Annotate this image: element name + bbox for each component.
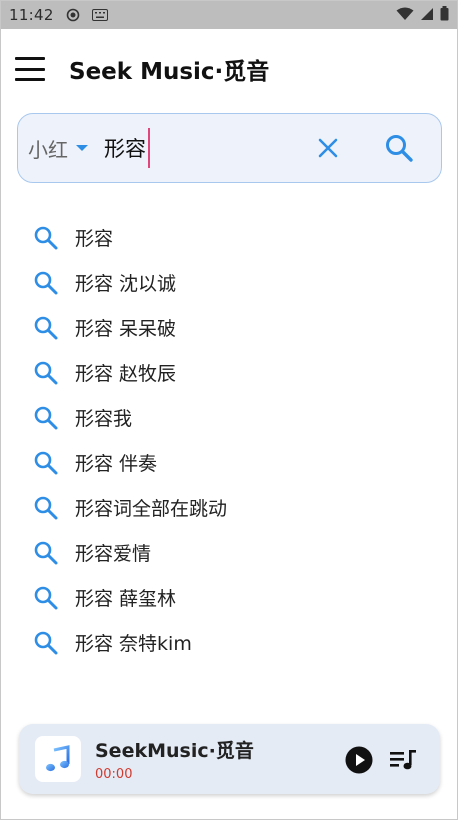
search-icon: [33, 360, 59, 386]
suggestion-text: 形容: [75, 228, 114, 250]
search-icon: [33, 270, 59, 296]
close-icon[interactable]: [316, 136, 340, 164]
mini-player[interactable]: SeekMusic·觅音 00:00: [19, 724, 440, 794]
search-icon: [33, 540, 59, 566]
battery-icon: [440, 5, 449, 25]
suggestion-text: 形容 奈特kim: [75, 633, 192, 655]
suggestion-item[interactable]: 形容 奈特kim: [1, 620, 457, 665]
search-icon: [33, 495, 59, 521]
search-icon: [33, 315, 59, 341]
suggestion-item[interactable]: 形容爱情: [1, 530, 457, 575]
suggestion-list: 形容 形容 沈以诚 形容 呆呆破 形容 赵牧辰 形容我 形容 伴奏 形容词全部在…: [1, 215, 457, 665]
record-icon: [66, 8, 80, 22]
suggestion-item[interactable]: 形容 沈以诚: [1, 260, 457, 305]
suggestion-text: 形容我: [75, 408, 133, 430]
suggestion-item[interactable]: 形容我: [1, 395, 457, 440]
search-bar: 小红 形容: [17, 113, 442, 183]
track-time: 00:00: [95, 767, 133, 782]
suggestion-text: 形容 呆呆破: [75, 318, 177, 340]
wifi-icon: [396, 6, 414, 25]
search-icon[interactable]: [384, 133, 414, 167]
caret-down-icon: [76, 145, 88, 151]
search-icon: [33, 405, 59, 431]
search-icon: [33, 630, 59, 656]
source-dropdown[interactable]: 小红: [28, 134, 88, 163]
search-icon: [33, 585, 59, 611]
status-time: 11:42: [9, 6, 54, 24]
suggestion-text: 形容爱情: [75, 543, 152, 565]
menu-icon[interactable]: [15, 57, 45, 81]
suggestion-text: 形容词全部在跳动: [75, 498, 228, 520]
signal-icon: [420, 6, 434, 25]
music-note-icon: [35, 736, 81, 782]
search-icon: [33, 225, 59, 251]
suggestion-item[interactable]: 形容词全部在跳动: [1, 485, 457, 530]
search-icon: [33, 450, 59, 476]
app-bar: Seek Music·觅音: [1, 29, 457, 109]
suggestion-item[interactable]: 形容 伴奏: [1, 440, 457, 485]
status-bar: 11:42: [1, 1, 457, 29]
suggestion-text: 形容 赵牧辰: [75, 363, 177, 385]
suggestion-item[interactable]: 形容 呆呆破: [1, 305, 457, 350]
keyboard-icon: [91, 9, 108, 21]
source-label: 小红: [28, 137, 68, 162]
suggestion-item[interactable]: 形容 薛玺林: [1, 575, 457, 620]
track-info: SeekMusic·觅音 00:00: [95, 736, 254, 782]
play-icon[interactable]: [345, 746, 373, 778]
app-frame: 11:42 Seek Music·觅音 小红 形容 形容 形容 沈以诚 形容 呆…: [0, 0, 458, 820]
suggestion-text: 形容 薛玺林: [75, 588, 177, 610]
suggestion-item[interactable]: 形容: [1, 215, 457, 260]
search-input[interactable]: 形容: [104, 128, 150, 168]
app-title: Seek Music·觅音: [69, 59, 270, 85]
suggestion-text: 形容 沈以诚: [75, 273, 177, 295]
track-title: SeekMusic·觅音: [95, 740, 254, 762]
suggestion-item[interactable]: 形容 赵牧辰: [1, 350, 457, 395]
playlist-icon[interactable]: [390, 749, 418, 775]
suggestion-text: 形容 伴奏: [75, 453, 158, 475]
